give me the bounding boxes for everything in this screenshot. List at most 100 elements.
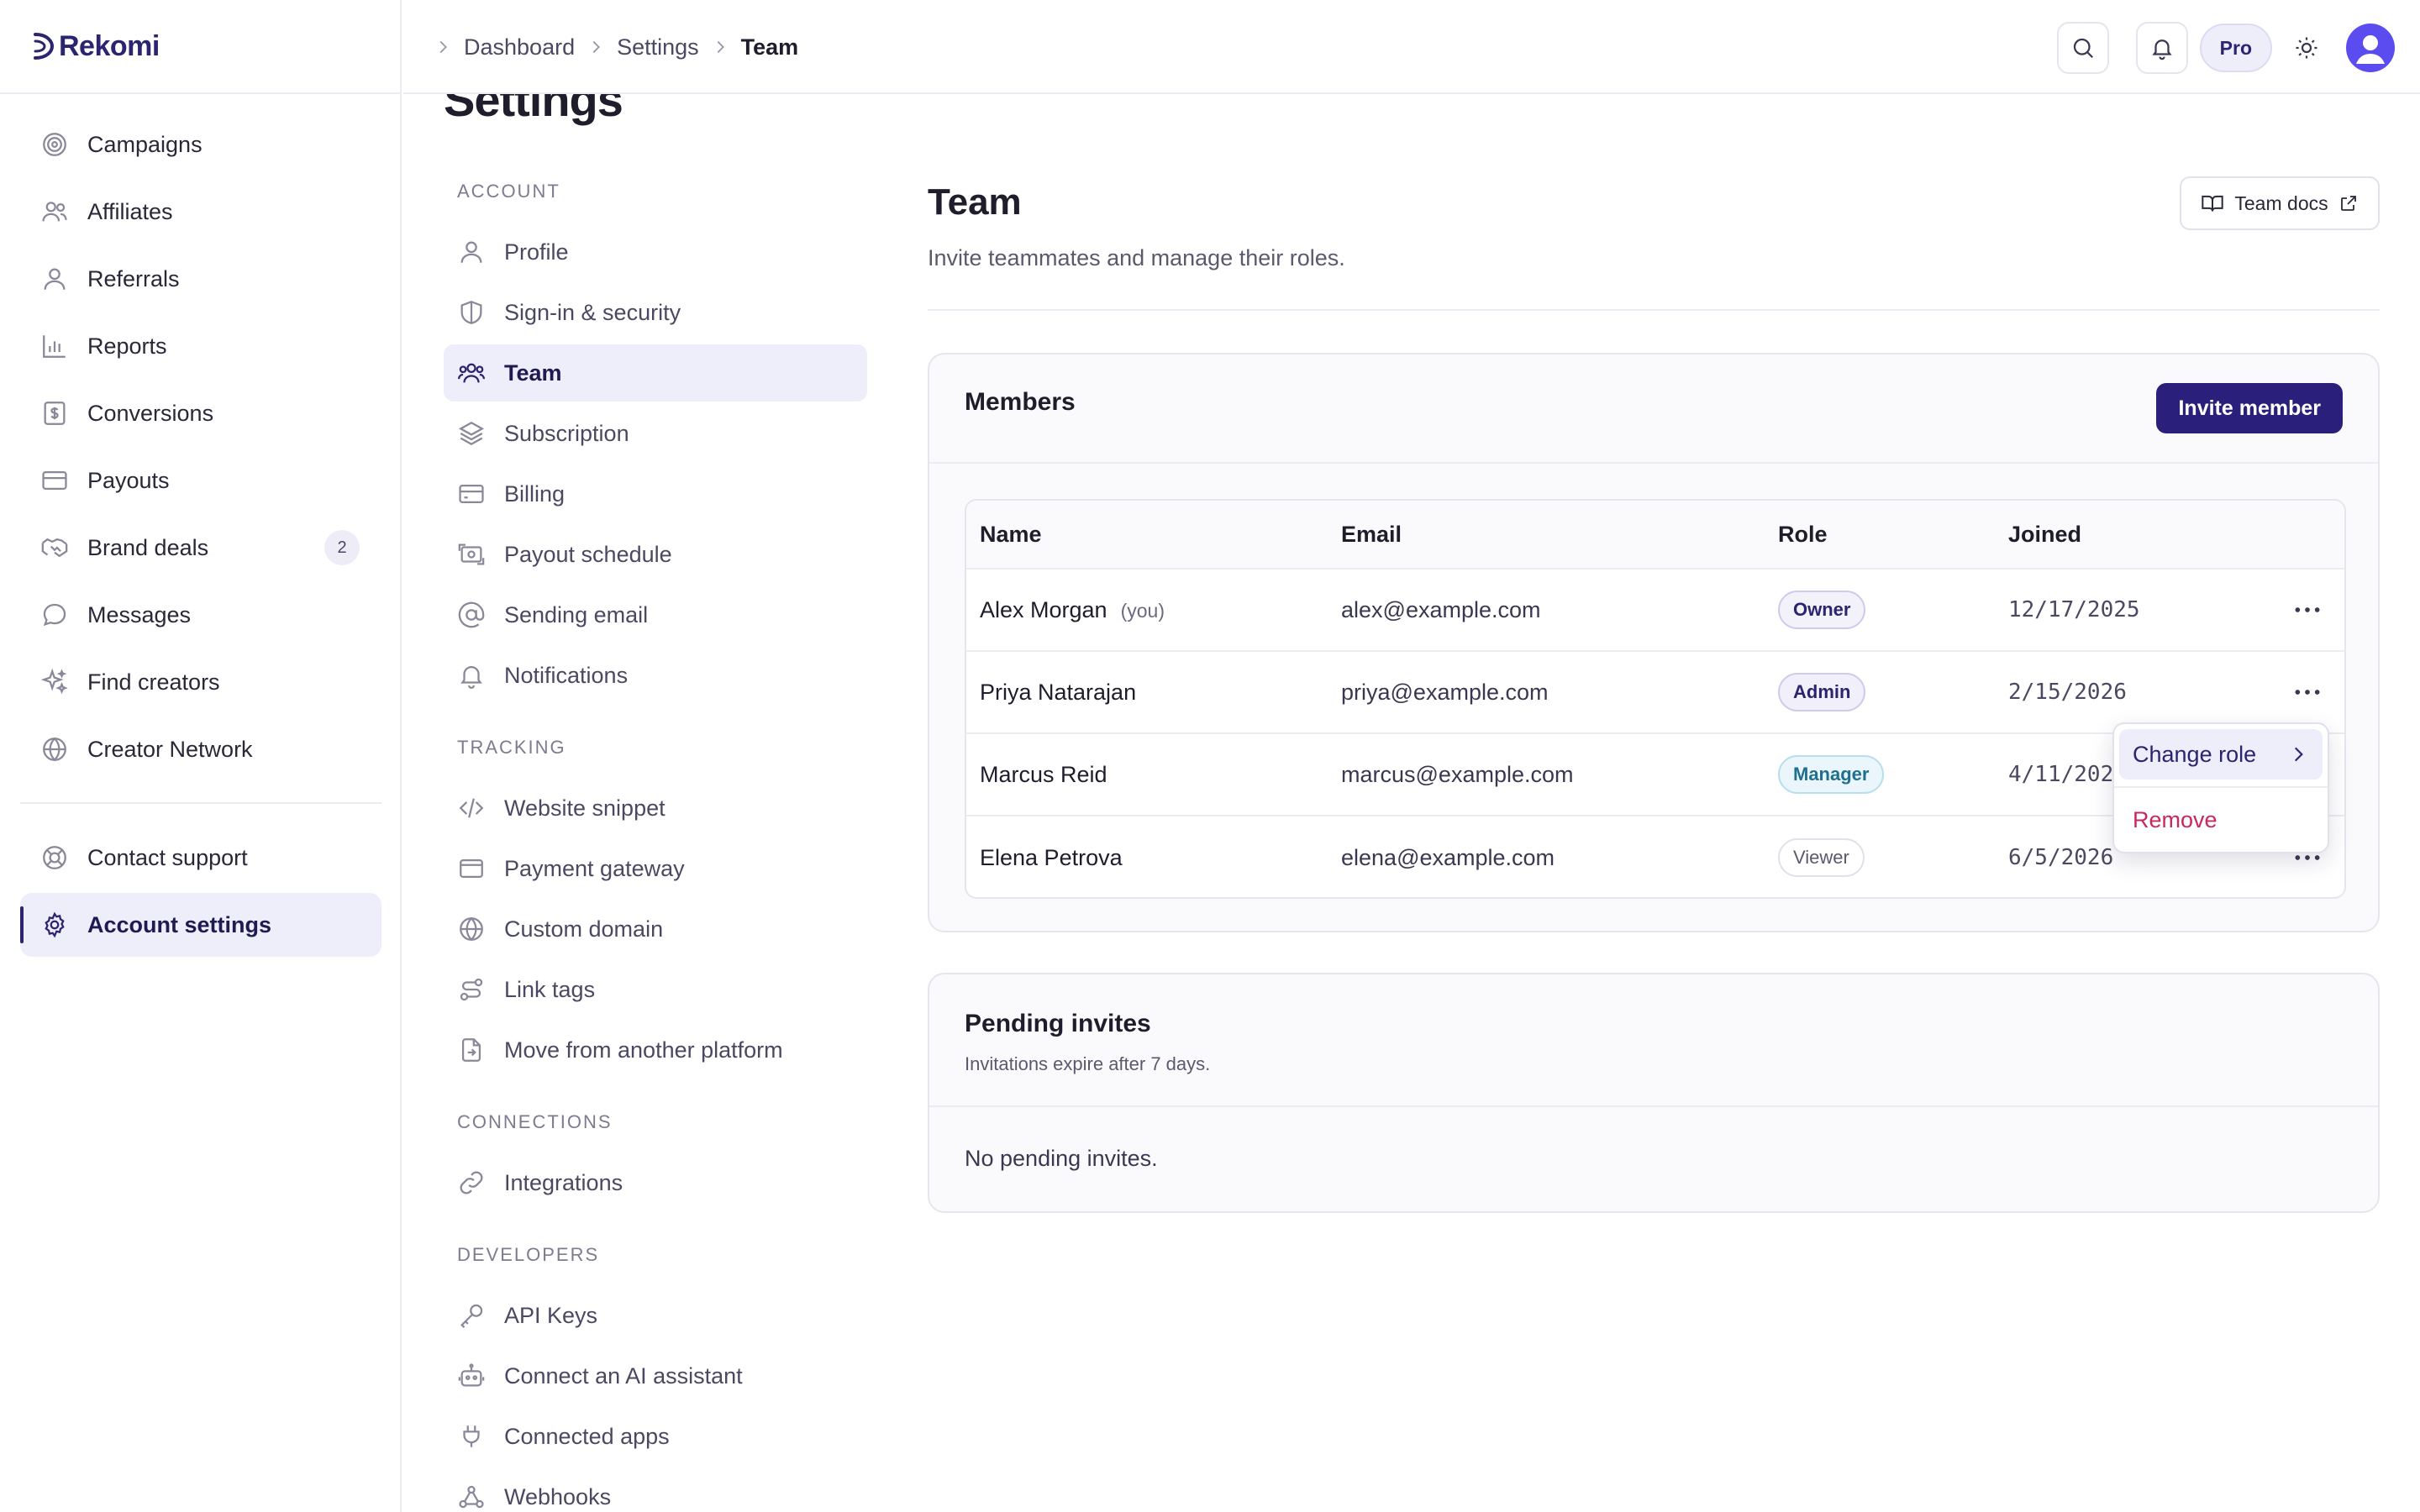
chevron-right-icon [434, 38, 452, 56]
breadcrumb-dashboard[interactable]: Dashboard [464, 34, 575, 60]
bot-icon [457, 1362, 486, 1390]
wallet-icon [457, 854, 486, 883]
top-bar: Dashboard Settings Team Pro [403, 0, 2420, 94]
sidebar-item-referrals[interactable]: Referrals [20, 247, 381, 311]
settings-item-team[interactable]: Team [444, 344, 867, 402]
settings-item-subscription[interactable]: Subscription [444, 405, 867, 462]
users-icon [40, 197, 69, 226]
sidebar-item-contact-support[interactable]: Contact support [20, 826, 381, 890]
menu-item-remove[interactable]: Remove [2119, 795, 2323, 845]
sidebar-item-label: Conversions [87, 400, 214, 426]
sun-icon [2294, 35, 2319, 60]
menu-item-change-role[interactable]: Change role [2119, 729, 2323, 780]
count-badge: 2 [324, 530, 360, 565]
settings-item-move-platform[interactable]: Move from another platform [444, 1021, 867, 1079]
settings-item-ai-assistant[interactable]: Connect an AI assistant [444, 1347, 867, 1404]
settings-item-sending-email[interactable]: Sending email [444, 586, 867, 643]
role-badge: Owner [1778, 591, 1866, 629]
member-name-cell: Alex Morgan (you) [980, 597, 1165, 623]
more-horizontal-icon[interactable] [2291, 593, 2324, 627]
search-icon [2070, 35, 2096, 60]
cash-cycle-icon [457, 540, 486, 569]
settings-item-payment-gateway[interactable]: Payment gateway [444, 840, 867, 897]
pending-subtitle: Invitations expire after 7 days. [965, 1053, 1211, 1074]
settings-item-connected-apps[interactable]: Connected apps [444, 1408, 867, 1465]
member-email: alex@example.com [1341, 596, 1541, 622]
sidebar-item-payouts[interactable]: Payouts [20, 449, 381, 512]
search-button[interactable] [2056, 22, 2109, 74]
more-horizontal-icon[interactable] [2291, 675, 2324, 709]
sidebar-divider [20, 802, 381, 804]
chat-icon [40, 601, 69, 629]
settings-item-label: Billing [504, 480, 566, 507]
pending-invites-card: Pending invites Invitations expire after… [928, 973, 2380, 1213]
settings-item-notifications[interactable]: Notifications [444, 647, 867, 704]
settings-item-label: Custom domain [504, 916, 664, 942]
sidebar-item-campaigns[interactable]: Campaigns [20, 113, 381, 176]
sidebar-item-account-settings[interactable]: Account settings [20, 893, 381, 957]
card-icon [457, 480, 486, 508]
sidebar-item-reports[interactable]: Reports [20, 314, 381, 378]
sidebar-item-messages[interactable]: Messages [20, 583, 381, 647]
settings-item-label: API Keys [504, 1302, 598, 1328]
settings-item-webhooks[interactable]: Webhooks [444, 1468, 867, 1512]
team-docs-label: Team docs [2234, 192, 2328, 214]
main-nav: Campaigns Affiliates Referrals Reports C… [20, 113, 381, 785]
sidebar-item-label: Account settings [87, 911, 272, 937]
breadcrumb-current: Team [740, 34, 799, 60]
settings-item-payout-schedule[interactable]: Payout schedule [444, 526, 867, 583]
sidebar-item-affiliates[interactable]: Affiliates [20, 180, 381, 244]
user-avatar-icon [2346, 24, 2395, 72]
settings-item-label: Integrations [504, 1169, 623, 1195]
theme-toggle-button[interactable] [2284, 22, 2329, 74]
settings-item-link-tags[interactable]: Link tags [444, 961, 867, 1018]
brand-name: Rekomi [59, 29, 160, 62]
chevron-right-icon [711, 38, 729, 56]
team-docs-button[interactable]: Team docs [2180, 176, 2380, 230]
globe-icon [457, 915, 486, 943]
section-label-account: ACCOUNT [457, 181, 560, 202]
role-cell: Manager [1778, 755, 1885, 794]
settings-item-profile[interactable]: Profile [444, 223, 867, 281]
pending-title: Pending invites [965, 1010, 1151, 1037]
member-name: Marcus Reid [980, 761, 1107, 787]
invite-member-button[interactable]: Invite member [2156, 383, 2343, 433]
sidebar-item-brand-deals[interactable]: Brand deals 2 [20, 516, 381, 580]
breadcrumb-settings[interactable]: Settings [617, 34, 699, 60]
settings-item-custom-domain[interactable]: Custom domain [444, 900, 867, 958]
settings-item-integrations[interactable]: Integrations [444, 1154, 867, 1211]
settings-item-api-keys[interactable]: API Keys [444, 1287, 867, 1344]
settings-item-billing[interactable]: Billing [444, 465, 867, 522]
notifications-button[interactable] [2135, 22, 2188, 74]
settings-item-label: Website snippet [504, 795, 666, 821]
user-icon [40, 265, 69, 293]
members-card-header: Members Invite member [929, 354, 2378, 464]
menu-item-label: Change role [2133, 741, 2257, 767]
sidebar-item-find-creators[interactable]: Find creators [20, 650, 381, 714]
settings-item-label: Team [504, 360, 562, 386]
page-title: Team [928, 181, 1022, 223]
menu-separator [2114, 786, 2328, 788]
member-joined: 4/11/2026 [2008, 762, 2127, 787]
bell-icon [457, 661, 486, 690]
plan-badge[interactable]: Pro [2199, 24, 2272, 72]
file-import-icon [457, 1036, 486, 1064]
member-joined: 2/15/2026 [2008, 680, 2127, 705]
settings-item-label: Move from another platform [504, 1037, 783, 1063]
sidebar-item-creator-network[interactable]: Creator Network [20, 717, 381, 781]
layers-icon [457, 419, 486, 448]
settings-nav: ACCOUNT Profile Sign-in & security Team … [444, 160, 867, 1512]
sidebar-item-conversions[interactable]: Conversions [20, 381, 381, 445]
avatar[interactable] [2346, 24, 2395, 72]
brand-logo[interactable]: Rekomi [0, 0, 400, 94]
gear-icon [40, 911, 69, 939]
column-header-joined: Joined [2008, 521, 2082, 547]
settings-item-website-snippet[interactable]: Website snippet [444, 780, 867, 837]
sidebar-item-label: Reports [87, 333, 167, 359]
settings-item-sign-in-security[interactable]: Sign-in & security [444, 284, 867, 341]
receipt-icon [40, 399, 69, 428]
globe-icon [40, 735, 69, 764]
settings-item-label: Sending email [504, 601, 649, 627]
column-header-email: Email [1341, 521, 1402, 547]
table-row: Alex Morgan (you) alex@example.com Owner … [966, 570, 2344, 652]
